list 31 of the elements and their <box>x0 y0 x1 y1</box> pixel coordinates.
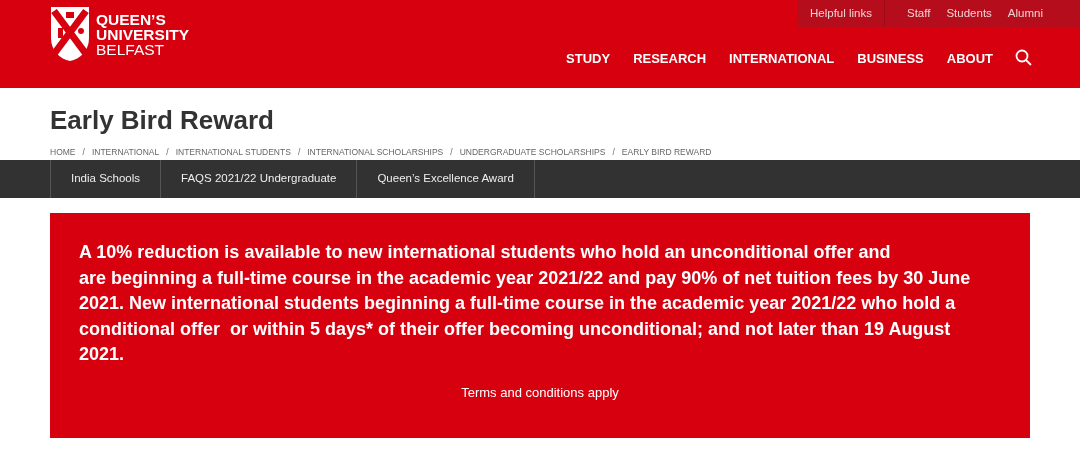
page-title: Early Bird Reward <box>50 104 275 136</box>
breadcrumb-separator: / <box>82 145 85 159</box>
breadcrumb-separator: / <box>297 145 301 159</box>
logo-text: BELFAST <box>96 41 166 57</box>
subnav-tab[interactable]: India Schools <box>50 160 162 198</box>
crest-icon <box>50 6 90 62</box>
nav-link[interactable]: RESEARCH <box>633 49 707 69</box>
breadcrumb-separator: / <box>166 145 169 159</box>
search-icon[interactable] <box>1015 49 1032 66</box>
subnav-tab[interactable]: Queen’s Excellence Award <box>357 160 535 198</box>
breadcrumb-link[interactable]: UNDERGRADUATE SCHOLARSHIPS <box>459 145 606 159</box>
notice-text: A 10% reduction is available to new international students who hold an unconditional offer and are beginning a full-time course in the academic year 2021/22 and pay 90% of net tuition fees by 30 June 2021. New international students beginning a full-time course in the academic year 2021/22 who hold a conditional offer or within 5 days* of their offer becoming unconditional; and not later than 19 August 2021. <box>79 241 972 366</box>
breadcrumb-link[interactable]: INTERNATIONAL <box>91 145 160 159</box>
utility-link[interactable]: Staff <box>899 4 939 23</box>
nav-link[interactable]: INTERNATIONAL <box>729 49 835 69</box>
breadcrumb-separator: / <box>450 145 453 159</box>
breadcrumb-link[interactable]: HOME <box>50 145 76 159</box>
utility-link[interactable]: Students <box>938 4 1000 23</box>
breadcrumb-link[interactable]: INTERNATIONAL STUDENTS <box>175 145 291 159</box>
breadcrumb-link[interactable]: INTERNATIONAL SCHOLARSHIPS <box>307 145 444 159</box>
terms-note: Terms and conditions apply <box>461 383 619 402</box>
breadcrumb-current-page: EARLY BIRD REWARD <box>621 145 712 159</box>
nav-link[interactable]: STUDY <box>566 49 611 69</box>
breadcrumb-separator: / <box>612 145 615 159</box>
logo-text: UNIVERSITY <box>96 26 189 42</box>
nav-link[interactable]: ABOUT <box>946 49 993 69</box>
logo-text: QUEEN’S <box>96 11 166 27</box>
nav-link[interactable]: BUSINESS <box>857 49 924 69</box>
utility-link[interactable]: Alumni <box>999 4 1051 23</box>
subnav-tab[interactable]: FAQS 2021/22 Undergraduate <box>161 160 358 198</box>
helpful-links-menu[interactable]: Helpful links <box>798 0 885 27</box>
